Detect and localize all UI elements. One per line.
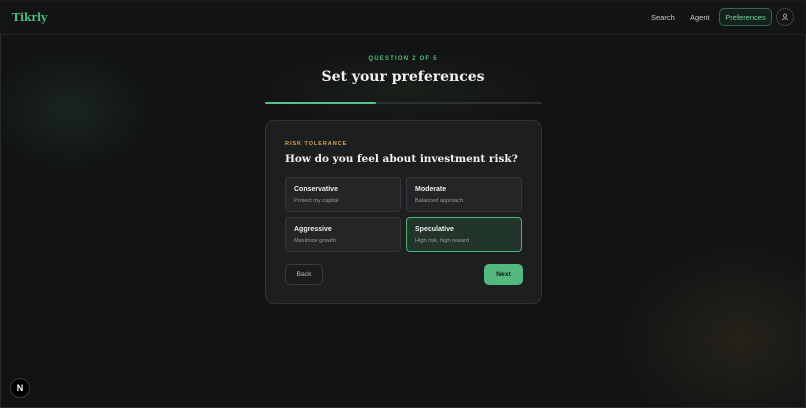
back-button[interactable]: Back <box>285 264 323 285</box>
option-aggressive[interactable]: Aggressive Maximize growth <box>285 217 401 252</box>
top-nav: Tikrly Search Agent Preferences <box>0 0 806 35</box>
question-card: RISK TOLERANCE How do you feel about inv… <box>265 120 542 304</box>
option-title: Speculative <box>415 226 454 233</box>
progress-bar <box>265 102 542 104</box>
nextjs-logo-icon[interactable]: N <box>10 378 30 398</box>
question-text: How do you feel about investment risk? <box>285 153 518 165</box>
option-conservative[interactable]: Conservative Protect my capital <box>285 177 401 212</box>
option-title: Conservative <box>294 186 338 193</box>
option-description: Balanced approach <box>415 198 464 204</box>
option-description: Protect my capital <box>294 198 339 204</box>
option-description: High risk, high reward <box>415 238 470 244</box>
progress-bar-fill <box>265 102 376 104</box>
user-icon <box>781 13 789 21</box>
page-title: Set your preferences <box>321 69 485 85</box>
option-speculative[interactable]: Speculative High risk, high reward <box>406 217 522 252</box>
nav-preferences-link[interactable]: Preferences <box>719 8 772 26</box>
option-moderate[interactable]: Moderate Balanced approach <box>406 177 522 212</box>
section-label: RISK TOLERANCE <box>285 141 348 147</box>
next-button[interactable]: Next <box>484 264 523 285</box>
question-step-label: QUESTION 2 OF 5 <box>368 56 438 62</box>
option-description: Maximize growth <box>294 238 336 244</box>
account-button[interactable] <box>776 8 794 26</box>
nav-agent-link[interactable]: Agent <box>690 13 710 22</box>
option-title: Moderate <box>415 186 447 193</box>
brand-logo[interactable]: Tikrly <box>12 11 47 24</box>
option-title: Aggressive <box>294 226 332 233</box>
nav-search-link[interactable]: Search <box>651 13 675 22</box>
